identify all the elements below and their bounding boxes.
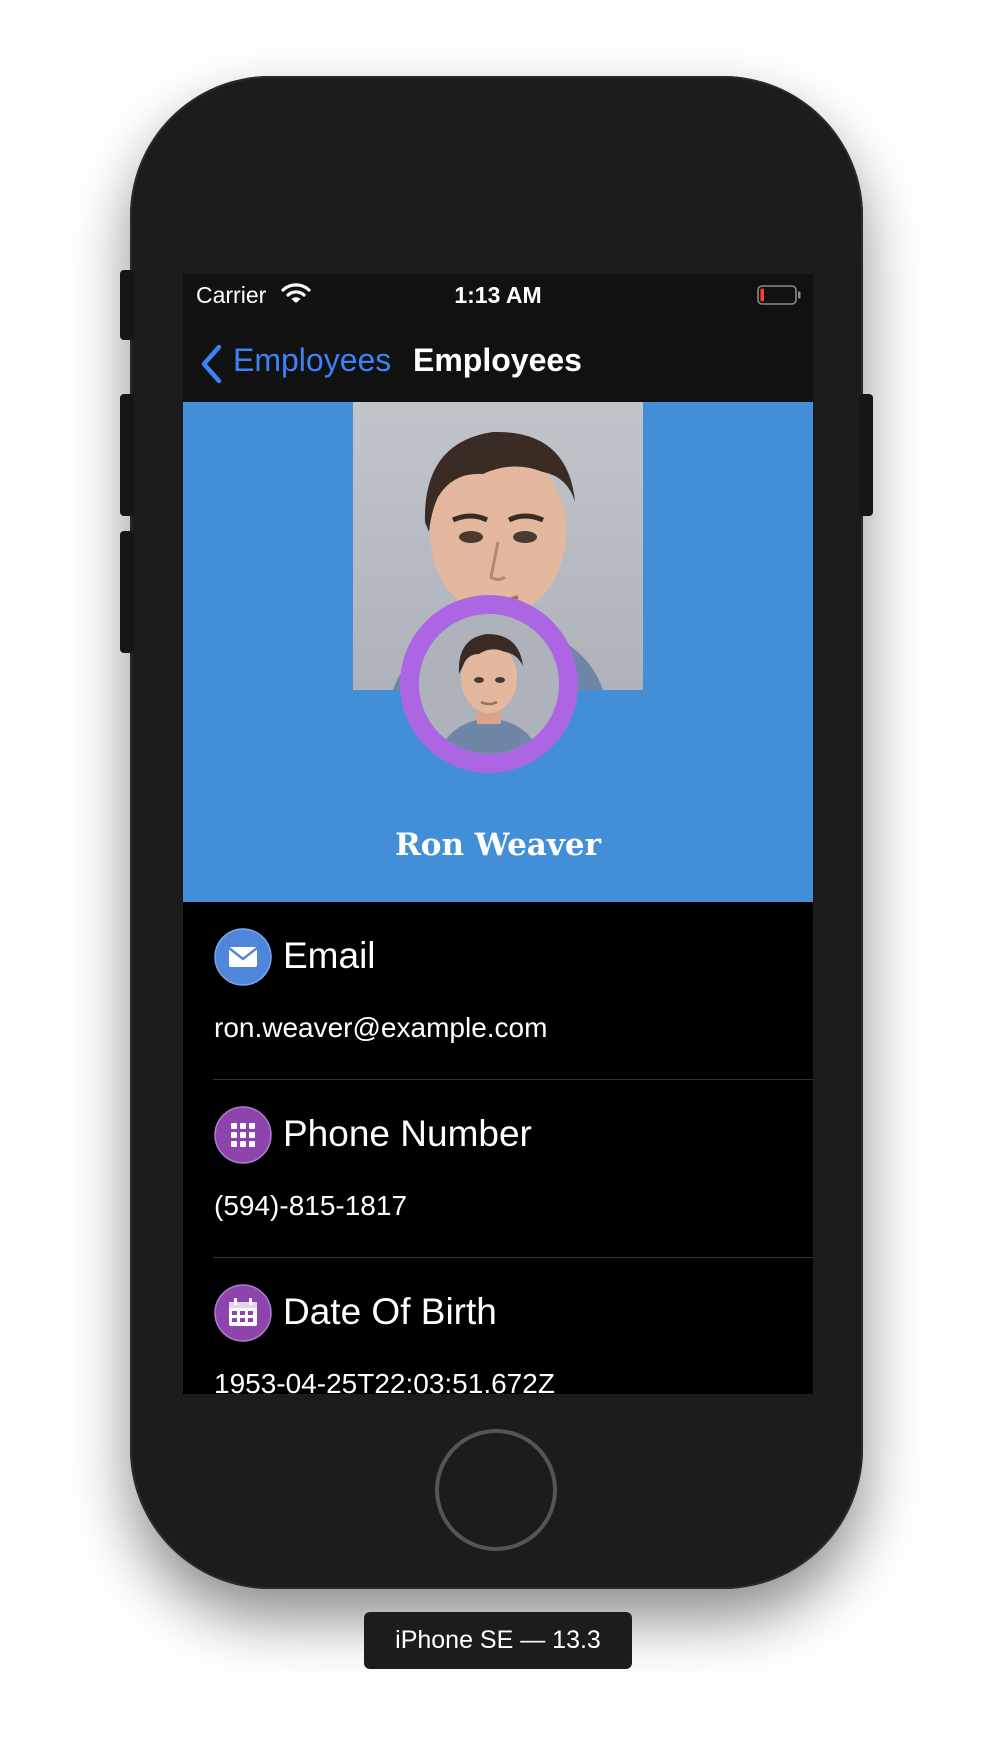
row-value: (594)-815-1817 xyxy=(214,1190,408,1221)
email-row[interactable]: Email ron.weaver@example.com xyxy=(183,902,813,1080)
phone-row[interactable]: Phone Number (594)-815-1817 xyxy=(183,1080,813,1258)
chevron-left-icon[interactable] xyxy=(199,344,223,384)
power-button xyxy=(859,394,873,516)
calendar-icon xyxy=(214,1284,272,1342)
employee-name: Ron Weaver xyxy=(395,827,601,863)
volume-down-button xyxy=(120,531,134,653)
back-button[interactable]: Employees xyxy=(233,342,391,379)
status-bar: Carrier 1:13 AM xyxy=(183,274,813,318)
battery-icon xyxy=(757,285,801,305)
navigation-bar: Employees Employees xyxy=(183,318,813,403)
keypad-icon xyxy=(214,1106,272,1164)
email-icon xyxy=(214,928,272,986)
home-button[interactable] xyxy=(435,1429,557,1551)
date-of-birth-row[interactable]: Date Of Birth 1953-04-25T22:03:51.672Z xyxy=(183,1258,813,1394)
row-value: ron.weaver@example.com xyxy=(214,1012,548,1043)
profile-header: Ron Weaver xyxy=(183,402,813,902)
avatar xyxy=(400,595,578,773)
device-label: iPhone SE — 13.3 xyxy=(364,1612,632,1669)
row-label: Phone Number xyxy=(283,1113,532,1154)
screen: Carrier 1:13 AM Employees Employees Ron … xyxy=(183,274,813,1394)
row-value: 1953-04-25T22:03:51.672Z xyxy=(214,1368,555,1394)
page-title: Employees xyxy=(413,342,582,378)
mute-switch xyxy=(120,270,134,340)
volume-up-button xyxy=(120,394,134,516)
status-time: 1:13 AM xyxy=(454,282,542,308)
row-label: Date Of Birth xyxy=(283,1291,497,1332)
row-label: Email xyxy=(283,935,376,976)
